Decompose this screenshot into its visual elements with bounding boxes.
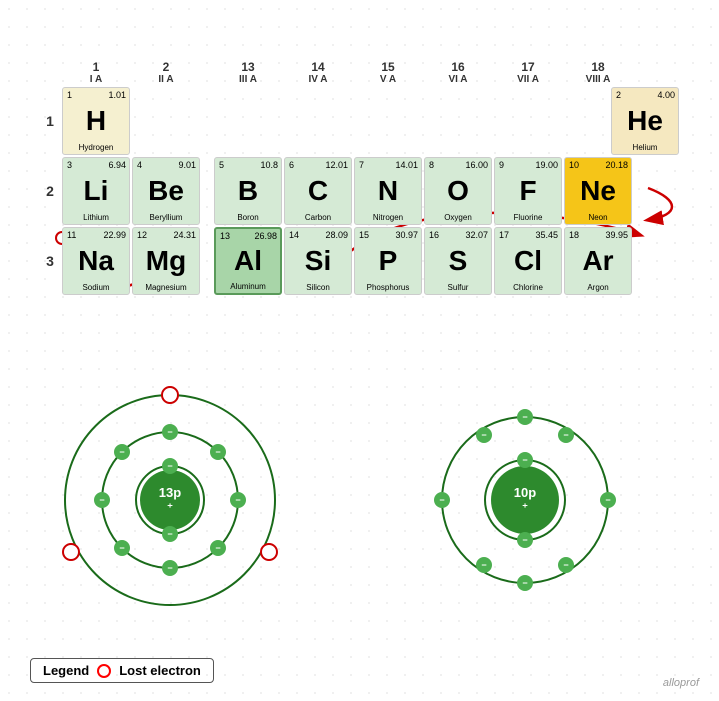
svg-text:−: − <box>167 529 172 539</box>
element-Cl: 17 35.45 Cl Chlorine <box>494 227 562 295</box>
svg-text:−: − <box>119 543 124 553</box>
group-headers: 1 I A 2 II A 13 III A 14 IV A 15 V A 16 … <box>62 60 679 85</box>
group-18-header: 18 VIII A <box>564 60 632 85</box>
group-2-header: 2 II A <box>132 60 200 85</box>
element-He: 2 4.00 He Helium <box>611 87 679 155</box>
period-3-row: 3 11 22.99 Na Sodium 12 24.31 Mg Magnesi… <box>40 227 679 295</box>
element-O: 8 16.00 O Oxygen <box>424 157 492 225</box>
element-Li: 3 6.94 Li Lithium <box>62 157 130 225</box>
group-14-header: 14 IV A <box>284 60 352 85</box>
group-13-header: 13 III A <box>214 60 282 85</box>
svg-text:−: − <box>119 447 124 457</box>
svg-text:−: − <box>215 447 220 457</box>
legend-box: Legend Lost electron <box>30 658 214 683</box>
svg-text:−: − <box>439 495 444 505</box>
svg-text:10p: 10p <box>514 485 536 500</box>
element-C: 6 12.01 C Carbon <box>284 157 352 225</box>
element-Mg: 12 24.31 Mg Magnesium <box>132 227 200 295</box>
element-F: 9 19.00 F Fluorine <box>494 157 562 225</box>
svg-text:−: − <box>167 427 172 437</box>
group-1-header: 1 I A <box>62 60 130 85</box>
svg-text:−: − <box>563 430 568 440</box>
svg-text:−: − <box>522 535 527 545</box>
group-17-header: 17 VII A <box>494 60 562 85</box>
lost-electron-icon <box>97 664 111 678</box>
element-Si: 14 28.09 Si Silicon <box>284 227 352 295</box>
aluminum-bohr-svg: 13p ⁺ − − − − − − − − − − − − − <box>55 385 285 615</box>
element-S: 16 32.07 S Sulfur <box>424 227 492 295</box>
gap <box>202 60 212 85</box>
svg-text:−: − <box>563 560 568 570</box>
svg-text:−: − <box>99 495 104 505</box>
svg-text:−: − <box>235 495 240 505</box>
element-P: 15 30.97 P Phosphorus <box>354 227 422 295</box>
svg-text:−: − <box>215 543 220 553</box>
element-Be: 4 9.01 Be Beryllium <box>132 157 200 225</box>
svg-text:13p: 13p <box>159 485 181 500</box>
element-H: 1 1.01 H Hydrogen <box>62 87 130 155</box>
svg-text:−: − <box>522 412 527 422</box>
aluminum-bohr-diagram: 13p ⁺ − − − − − − − − − − − − − <box>55 385 285 620</box>
svg-text:−: − <box>167 563 172 573</box>
svg-text:−: − <box>481 430 486 440</box>
svg-text:−: − <box>167 461 172 471</box>
svg-text:−: − <box>522 455 527 465</box>
svg-text:⁺: ⁺ <box>167 502 173 514</box>
watermark: alloprof <box>663 677 699 689</box>
legend-label: Legend <box>43 663 89 678</box>
lost-electron-label: Lost electron <box>119 663 201 678</box>
svg-text:⁺: ⁺ <box>522 502 528 514</box>
period-3-label: 3 <box>40 253 60 269</box>
group-15-header: 15 V A <box>354 60 422 85</box>
svg-text:−: − <box>481 560 486 570</box>
neon-bohr-svg: 10p ⁺ − − − − − − − − − − <box>430 405 620 595</box>
element-N: 7 14.01 N Nitrogen <box>354 157 422 225</box>
svg-text:−: − <box>522 578 527 588</box>
element-Ar: 18 39.95 Ar Argon <box>564 227 632 295</box>
periodic-table-section: 1 I A 2 II A 13 III A 14 IV A 15 V A 16 … <box>40 60 679 297</box>
period-1-row: 1 1 1.01 H Hydrogen 2 4.00 He Helium <box>40 87 679 155</box>
period-2-label: 2 <box>40 183 60 199</box>
neon-bohr-diagram: 10p ⁺ − − − − − − − − − − <box>430 405 620 600</box>
svg-text:−: − <box>605 495 610 505</box>
group-16-header: 16 VI A <box>424 60 492 85</box>
element-B: 5 10.8 B Boron <box>214 157 282 225</box>
element-Al: 13 26.98 Al Aluminum <box>214 227 282 295</box>
period-1-label: 1 <box>40 113 60 129</box>
element-Ne: 10 20.18 Ne Neon <box>564 157 632 225</box>
element-Na: 11 22.99 Na Sodium <box>62 227 130 295</box>
period-2-row: 2 3 6.94 Li Lithium 4 9.01 Be Beryllium … <box>40 157 679 225</box>
